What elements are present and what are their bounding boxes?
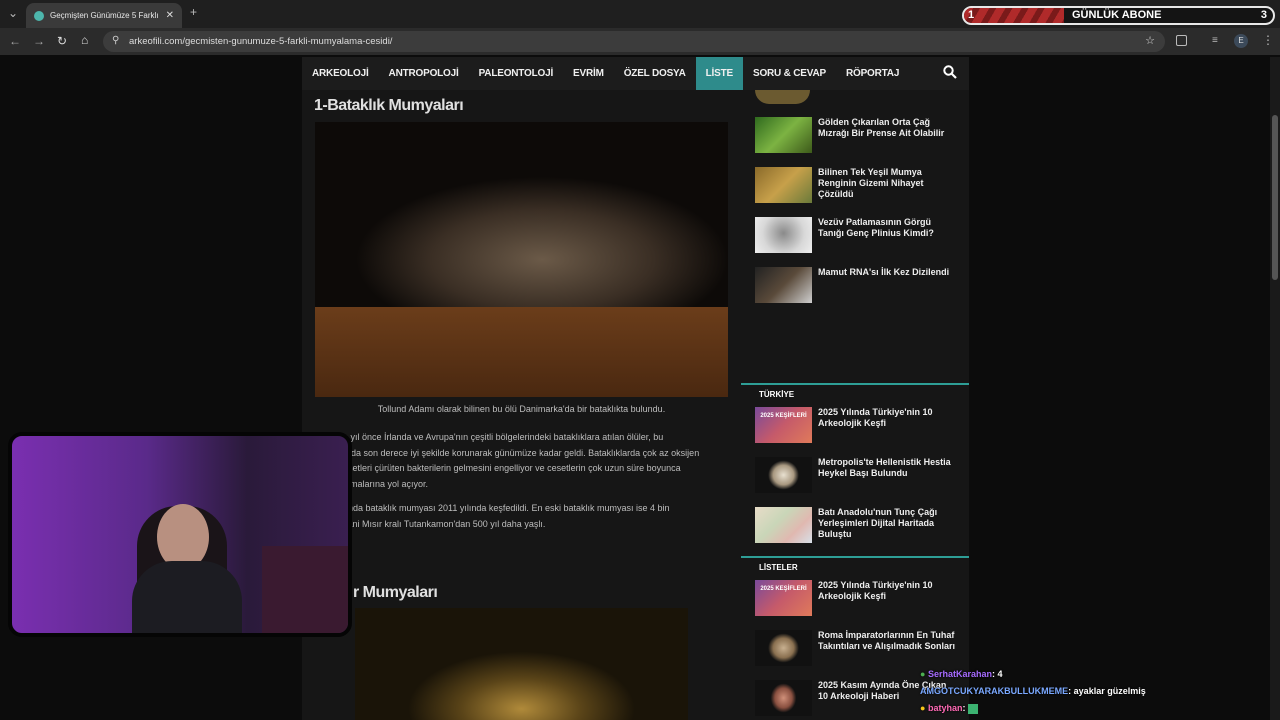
article-thumbnail [755, 217, 812, 253]
subscriber-current: 1 [968, 9, 975, 21]
nav-arkeoloji[interactable]: ARKEOLOJİ [302, 57, 379, 90]
paragraph-line: anda bataklık mumyası 2011 yılında keşfe… [343, 503, 670, 513]
sidebar-item-title[interactable]: 2025 Yılında Türkiye'nin 10 Arkeolojik K… [818, 407, 958, 443]
paragraph-line: esetleri çürüten bakterilerin gelmesini … [343, 463, 681, 473]
article-thumbnail: 2025 KEŞİFLERİ [755, 407, 812, 443]
sidebar-item[interactable]: Mamut RNA'sı İlk Kez Dizilendi [755, 267, 958, 303]
forward-icon[interactable]: → [33, 34, 45, 48]
chat-message: ● SerhatKarahan: 4 [920, 669, 1003, 679]
streamer-body [132, 561, 242, 633]
reading-list-icon[interactable]: ≡ [1212, 35, 1218, 46]
reload-icon[interactable]: ↻ [57, 34, 67, 48]
image-caption: Tollund Adamı olarak bilinen bu ölü Dani… [377, 404, 666, 414]
scrollbar-thumb[interactable] [1272, 115, 1278, 280]
profile-avatar[interactable]: E [1234, 34, 1248, 48]
sidebar-item-title[interactable]: Gölden Çıkarılan Orta Çağ Mızrağı Bir Pr… [818, 117, 958, 153]
tab-search-icon[interactable]: ⌄ [8, 6, 18, 20]
site-navbar: ARKEOLOJİ ANTROPOLOJİ PALEONTOLOJİ EVRİM… [302, 57, 969, 90]
sidebar-item[interactable]: Metropolis'te Hellenistik Hestia Heykel … [755, 457, 958, 493]
sidebar-item-title[interactable]: Roma İmparatorlarının En Tuhaf Takıntıla… [818, 630, 958, 666]
new-tab-icon[interactable]: + [190, 5, 197, 19]
back-icon[interactable]: ← [9, 34, 21, 48]
paragraph-line: almalarına yol açıyor. [343, 478, 429, 489]
bookmark-star-icon[interactable]: ☆ [1145, 34, 1155, 47]
nav-evrim[interactable]: EVRİM [563, 57, 614, 90]
nav-soru-cevap[interactable]: SORU & CEVAP [743, 57, 836, 90]
nav-ozel-dosya[interactable]: ÖZEL DOSYA [614, 57, 696, 90]
section-divider [741, 556, 969, 558]
sidebar-item-title[interactable]: Mamut RNA'sı İlk Kez Dizilendi [818, 267, 958, 303]
nav-roportaj[interactable]: RÖPORTAJ [836, 57, 909, 90]
article-thumbnail [755, 267, 812, 303]
menu-kebab-icon[interactable]: ⋮ [1262, 33, 1274, 47]
paragraph-line: arda son derece iyi şekilde korunarak gü… [343, 447, 700, 458]
home-icon[interactable]: ⌂ [81, 33, 88, 47]
chat-text: ayaklar güzelmiş [1073, 686, 1146, 696]
close-tab-icon[interactable]: ✕ [166, 10, 174, 21]
chat-text: 4 [997, 669, 1003, 679]
sidebar-item[interactable]: Vezüv Patlamasının Görgü Tanığı Genç Pli… [755, 217, 958, 253]
tab-title: Geçmişten Günümüze 5 Farklı M [50, 11, 160, 20]
sidebar-thumb-partial [755, 90, 810, 104]
article-heading-2: r Mumyaları [353, 584, 438, 601]
paragraph-line: yani Mısır kralı Tutankamon'dan 500 yıl … [343, 518, 546, 529]
mummy-image-2 [355, 608, 688, 720]
article-thumbnail [755, 457, 812, 493]
chat-badge-icon: ● [920, 703, 926, 713]
article-paragraph-2: anda bataklık mumyası 2011 yılında keşfe… [343, 501, 729, 532]
article-thumbnail: 2025 KEŞİFLERİ [755, 580, 812, 616]
browser-tab[interactable]: Geçmişten Günümüze 5 Farklı M ✕ [26, 3, 182, 28]
subscriber-progress-bar [964, 8, 1064, 23]
sidebar-item-title[interactable]: Metropolis'te Hellenistik Hestia Heykel … [818, 457, 958, 493]
section-label-turkiye: TÜRKİYE [759, 390, 795, 399]
sidebar-item-title[interactable]: Batı Anadolu'nun Tunç Çağı Yerleşimleri … [818, 507, 958, 543]
article-thumbnail [755, 630, 812, 666]
url-text: arkeofili.com/gecmisten-gunumuze-5-farkl… [129, 36, 393, 47]
chat-user: AMGOTCUKYARAKBULLUKMEME [920, 686, 1069, 696]
article-heading-1: 1-Bataklık Mumyaları [314, 97, 464, 114]
sidebar-item[interactable]: Batı Anadolu'nun Tunç Çağı Yerleşimleri … [755, 507, 958, 543]
sidebar-item-title[interactable]: 2025 Yılında Türkiye'nin 10 Arkeolojik K… [818, 580, 958, 616]
nav-liste[interactable]: LİSTE [695, 57, 743, 90]
nav-paleontoloji[interactable]: PALEONTOLOJİ [469, 57, 563, 90]
sidebar-item-title[interactable]: Vezüv Patlamasının Görgü Tanığı Genç Pli… [818, 217, 958, 253]
site-info-icon[interactable]: ⚲ [112, 35, 119, 46]
subscriber-goal: 3 [1260, 9, 1267, 21]
chat-message: AMGOTCUKYARAKBULLUKMEME: ayaklar güzelmi… [920, 686, 1146, 696]
sidebar-item[interactable]: Roma İmparatorlarının En Tuhaf Takıntıla… [755, 630, 958, 666]
webcam-overlay [8, 432, 352, 637]
subscriber-goal-widget: 1 GÜNLÜK ABONE 3 [962, 6, 1275, 25]
section-divider [741, 383, 969, 385]
article-thumbnail [755, 680, 812, 716]
chat-user: SerhatKarahan [927, 669, 992, 679]
address-bar[interactable]: ⚲ arkeofili.com/gecmisten-gunumuze-5-far… [103, 31, 1165, 52]
sidebar-item[interactable]: Gölden Çıkarılan Orta Çağ Mızrağı Bir Pr… [755, 117, 958, 153]
chat-emote-icon [967, 703, 978, 714]
extensions-icon[interactable] [1176, 35, 1187, 46]
article-paragraph-1: e yıl önce İrlanda ve Avrupa'nın çeşitli… [343, 430, 729, 492]
chat-user: batyhan [927, 703, 963, 713]
map-thumbnail [755, 507, 812, 543]
sidebar-item[interactable]: 2025 KEŞİFLERİ 2025 Yılında Türkiye'nin … [755, 580, 958, 616]
sidebar-item-title[interactable]: Bilinen Tek Yeşil Mumya Renginin Gizemi … [818, 167, 958, 203]
chat-badge-icon: ● [920, 669, 926, 679]
search-icon[interactable] [943, 65, 957, 79]
sidebar-item[interactable]: 2025 KEŞİFLERİ 2025 Yılında Türkiye'nin … [755, 407, 958, 443]
sidebar-item[interactable]: Bilinen Tek Yeşil Mumya Renginin Gizemi … [755, 167, 958, 203]
shelf [262, 546, 348, 633]
site-favicon-icon [34, 10, 44, 21]
paragraph-line: e yıl önce İrlanda ve Avrupa'nın çeşitli… [343, 432, 664, 442]
chat-message: ● batyhan: [920, 703, 978, 714]
article-thumbnail [755, 167, 812, 203]
page-scrollbar[interactable] [1270, 57, 1280, 720]
section-label-listeler: LİSTELER [759, 563, 798, 572]
tollund-man-image [315, 122, 728, 397]
subscriber-label: GÜNLÜK ABONE [1072, 9, 1162, 21]
article-thumbnail [755, 117, 812, 153]
nav-antropoloji[interactable]: ANTROPOLOJİ [379, 57, 469, 90]
